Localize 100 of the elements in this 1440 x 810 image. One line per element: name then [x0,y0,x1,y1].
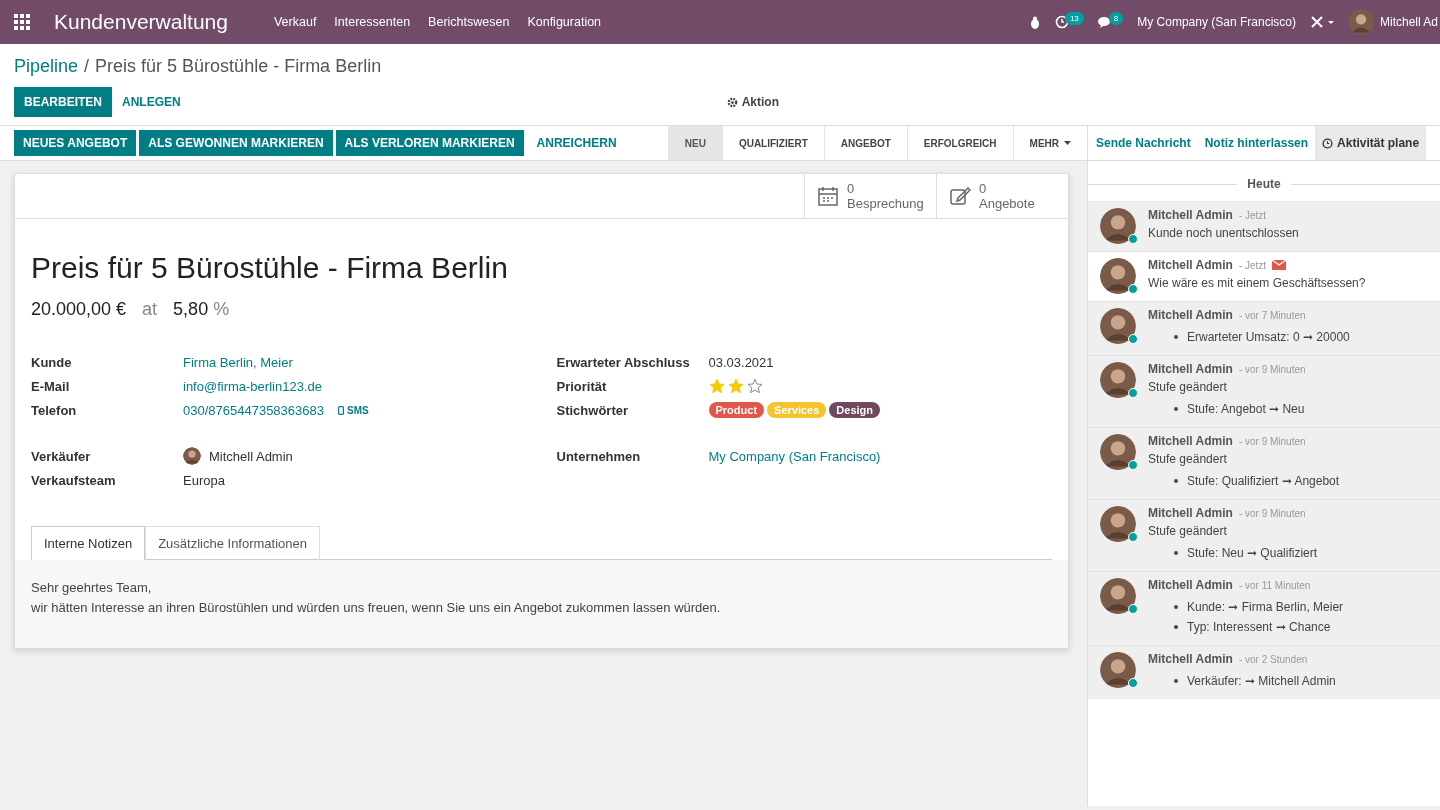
tracking-change: Stufe: Qualifiziert ➞ Angebot [1187,473,1340,490]
message-time: - vor 7 Minuten [1238,309,1306,321]
field-label: Kunde [31,354,73,370]
tracking-change: Stufe: Neu ➞ Qualifiziert [1187,545,1318,562]
avatar [1100,208,1136,244]
edit-button[interactable]: BEARBEITEN [14,87,112,117]
caret-icon [1064,141,1071,145]
menu-item[interactable]: Interessenten [334,15,411,29]
message-author: Mitchell Admin [1148,578,1233,592]
message-author: Mitchell Admin [1148,506,1233,520]
star-icon[interactable] [708,378,725,394]
breadcrumb-link[interactable]: Pipeline [14,56,79,77]
message-time: - vor 11 Minuten [1238,579,1311,591]
chat-icon[interactable] [1097,15,1113,29]
message-body: Stufe geändert [1148,452,1228,466]
phone-link[interactable]: 030/8765447358363683 [183,402,324,418]
notebook-tab[interactable]: Interne Notizen [31,526,146,560]
clock-icon [1322,137,1334,149]
sms-button[interactable]: SMS [347,404,369,416]
apps-menu-icon[interactable] [12,12,32,32]
at-label: at [142,299,158,320]
tracking-change: Verkäufer: ➞ Mitchell Admin [1187,673,1336,690]
message-time: - vor 9 Minuten [1238,363,1306,375]
message-count-badge: 8 [1108,11,1124,25]
activity-count-badge: 13 [1064,11,1084,25]
menu-item[interactable]: Berichtswesen [428,15,510,29]
expected-revenue: 20.000,00 € [31,299,127,320]
tools-icon[interactable] [1309,15,1334,29]
header-button[interactable]: ALS VERLOREN MARKIEREN [335,130,524,156]
message-author: Mitchell Admin [1148,308,1233,322]
field-value: Europa [183,472,225,488]
tracking-change: Typ: Interessent ➞ Chance [1187,619,1331,636]
clock-icon[interactable] [1054,15,1069,29]
message-body: Stufe geändert [1148,524,1228,538]
avatar [1347,9,1374,35]
user-name[interactable]: Mitchell Ad [1379,15,1438,29]
star-icon[interactable] [727,378,744,394]
message-body: Kunde noch unentschlossen [1148,226,1299,240]
avatar [1100,506,1136,542]
field-label: Verkaufsteam [31,472,117,488]
bullet-icon [1174,605,1178,609]
field-label: Telefon [31,402,78,418]
smart-button[interactable]: 0 Angebote [936,174,1068,218]
tracking-change: Kunde: ➞ Firma Berlin, Meier [1187,599,1344,616]
message-body: Stufe geändert [1148,380,1228,394]
avatar [1100,434,1136,470]
app-title: Kundenverwaltung [54,10,228,34]
field-label: Priorität [556,378,608,394]
field-label: Unternehmen [556,448,642,464]
avatar [183,447,201,465]
probability-value: 5,80 % [173,299,230,320]
message-author: Mitchell Admin [1148,258,1233,272]
field-label: E-Mail [31,378,71,394]
bullet-icon [1174,551,1178,555]
star-icon[interactable] [746,378,763,394]
field-value: Mitchell Admin [209,448,293,464]
menu-item[interactable]: Verkauf [273,15,317,29]
message-time: - vor 9 Minuten [1238,435,1306,447]
avatar [1100,652,1136,688]
header-button[interactable]: ALS GEWONNEN MARKIEREN [139,130,333,156]
field-label: Stichwörter [556,402,629,418]
chatter-tab[interactable]: Aktivität plane [1315,126,1427,160]
avatar [1100,308,1136,344]
create-button[interactable]: ANLEGEN [112,87,191,117]
field-link[interactable]: Firma Berlin, Meier [183,354,293,370]
tracking-change: Stufe: Angebot ➞ Neu [1187,401,1305,418]
tag[interactable]: Product [708,402,765,418]
message-time: - vor 2 Stunden [1238,653,1308,665]
message-author: Mitchell Admin [1148,362,1233,376]
field-value: 03.03.2021 [708,354,774,370]
record-title: Preis für 5 Bürostühle - Firma Berlin [31,251,509,285]
header-button[interactable]: ANREICHERN [526,128,627,158]
gear-icon [726,96,738,108]
date-separator: Heute [1247,177,1281,191]
avatar [1100,258,1136,294]
bullet-icon [1174,335,1178,339]
message-author: Mitchell Admin [1148,434,1233,448]
field-link[interactable]: info@firma-berlin123.de [183,378,322,394]
message-author: Mitchell Admin [1148,208,1233,222]
tag[interactable]: Design [829,402,880,418]
bullet-icon [1174,625,1178,629]
bullet-icon [1174,679,1178,683]
action-menu[interactable]: Aktion [720,94,786,110]
menu-item[interactable]: Konfiguration [527,15,602,29]
field-label: Verkäufer [31,448,92,464]
message-body: Wie wäre es mit einem Geschäftsessen? [1148,276,1366,290]
phone-icon [338,405,344,415]
header-button[interactable]: NEUES ANGEBOT [14,130,137,156]
avatar [1100,578,1136,614]
smart-button[interactable]: 0 Besprechung [804,174,936,218]
field-label: Erwarteter Abschluss [556,354,691,370]
message-author: Mitchell Admin [1148,652,1233,666]
field-link[interactable]: My Company (San Francisco) [708,448,881,464]
bug-icon[interactable] [1028,15,1041,29]
message-time: - Jetzt [1238,209,1267,221]
calendar-icon [817,185,839,207]
company-switcher[interactable]: My Company (San Francisco) [1137,15,1296,29]
bullet-icon [1174,407,1178,411]
tracking-change: Erwarteter Umsatz: 0 ➞ 20000 [1187,329,1350,346]
stage-step[interactable]: NEU [667,126,722,160]
